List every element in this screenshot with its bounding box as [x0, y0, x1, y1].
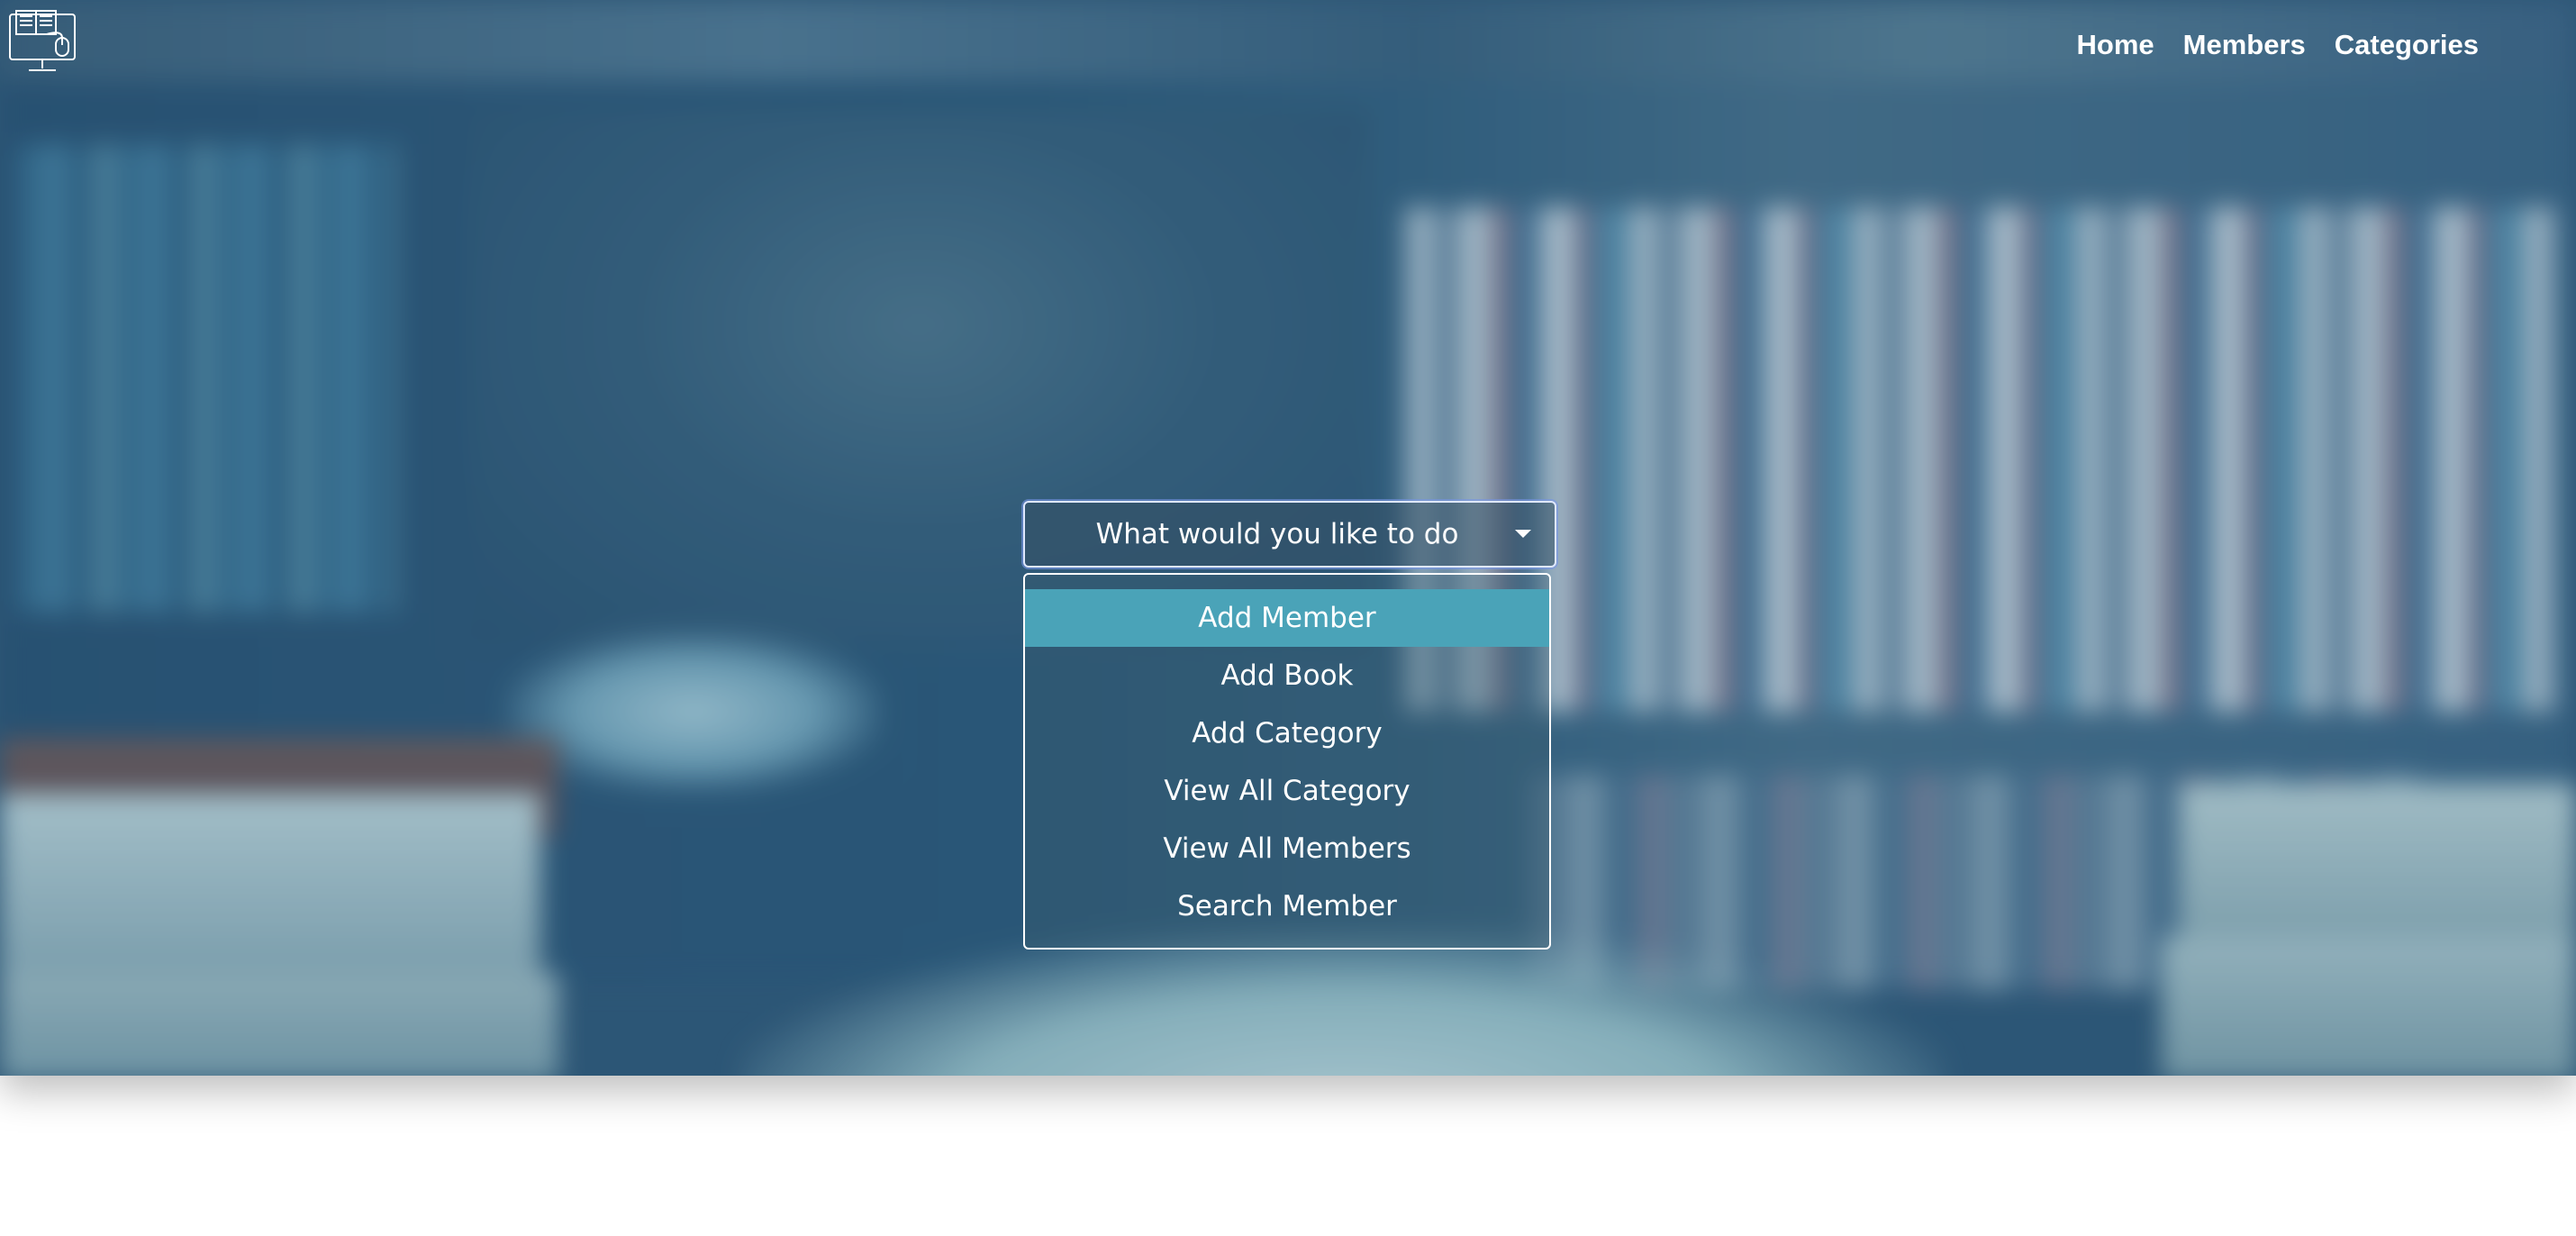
option-search-member[interactable]: Search Member: [1025, 877, 1549, 935]
computer-books-logo-icon[interactable]: [7, 7, 77, 77]
option-view-all-members[interactable]: View All Members: [1025, 820, 1549, 877]
option-add-member[interactable]: Add Member: [1025, 589, 1549, 647]
nav-link-home[interactable]: Home: [2077, 23, 2154, 67]
main-nav: Home Members Categories: [2077, 23, 2479, 67]
option-view-all-category[interactable]: View All Category: [1025, 762, 1549, 820]
option-add-book[interactable]: Add Book: [1025, 647, 1549, 704]
nav-link-members[interactable]: Members: [2183, 23, 2306, 67]
option-add-category[interactable]: Add Category: [1025, 704, 1549, 762]
chevron-down-icon[interactable]: [1515, 530, 1531, 538]
page: Home Members Categories What would you l…: [0, 0, 2576, 1236]
action-select-value: What would you like to do: [1095, 518, 1459, 550]
action-select[interactable]: What would you like to do: [1023, 501, 1556, 568]
action-dropdown-menu: Add Member Add Book Add Category View Al…: [1023, 573, 1551, 950]
nav-link-categories[interactable]: Categories: [2335, 23, 2479, 67]
hero-banner: Home Members Categories What would you l…: [0, 0, 2576, 1076]
